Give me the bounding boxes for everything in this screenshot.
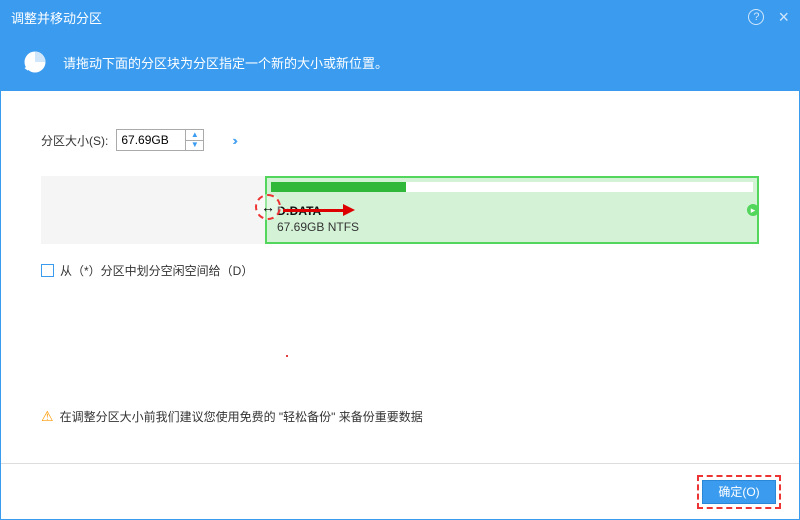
- banner-text: 请拖动下面的分区块为分区指定一个新的大小或新位置。: [63, 53, 388, 72]
- titlebar-controls: ? ×: [748, 8, 789, 26]
- partition-usage-track: [271, 182, 753, 192]
- ok-button[interactable]: 确定(O): [702, 480, 776, 504]
- drag-handle-indicator: ↔: [255, 194, 281, 220]
- size-row: 分区大小(S): ▲ ▼ ››: [41, 129, 759, 151]
- footer: 确定(O): [1, 463, 799, 519]
- size-spinner: ▲ ▼: [185, 130, 203, 150]
- annotation-dot-icon: [286, 355, 288, 357]
- size-input-wrap: ▲ ▼: [116, 129, 204, 151]
- warning-text: 在调整分区大小前我们建议您使用免费的 "轻松备份" 来备份重要数据: [60, 408, 423, 425]
- allocate-checkbox[interactable]: [41, 264, 54, 277]
- spinner-down-icon[interactable]: ▼: [186, 141, 203, 151]
- spinner-up-icon[interactable]: ▲: [186, 130, 203, 141]
- resize-cursor-icon: ↔: [261, 200, 275, 214]
- annotation-highlight: 确定(O): [697, 475, 781, 509]
- partition-bar[interactable]: D:DATA 67.69GB NTFS ▸ ↔: [41, 176, 759, 244]
- expand-icon[interactable]: ››: [232, 133, 235, 148]
- resize-handle-right[interactable]: ▸: [747, 204, 759, 216]
- partition-detail: 67.69GB NTFS: [277, 220, 359, 234]
- titlebar: 调整并移动分区 ? ×: [1, 1, 799, 33]
- content-area: 分区大小(S): ▲ ▼ ›› D:DATA 67.69GB NTFS ▸ ↔: [1, 91, 799, 279]
- checkbox-label: 从（*）分区中划分空闲空间给（D）: [60, 262, 253, 279]
- partition-usage-fill: [271, 182, 406, 192]
- warning-icon: ⚠: [41, 408, 54, 425]
- partition-icon: [21, 48, 49, 76]
- window-title: 调整并移动分区: [11, 8, 748, 27]
- size-input[interactable]: [117, 130, 185, 150]
- size-label: 分区大小(S):: [41, 132, 108, 149]
- help-icon[interactable]: ?: [748, 9, 764, 25]
- annotation-arrow-icon: [283, 204, 355, 216]
- warning-row: ⚠ 在调整分区大小前我们建议您使用免费的 "轻松备份" 来备份重要数据: [41, 408, 423, 425]
- close-icon[interactable]: ×: [778, 8, 789, 26]
- banner: 请拖动下面的分区块为分区指定一个新的大小或新位置。: [1, 33, 799, 91]
- dialog-window: 调整并移动分区 ? × 请拖动下面的分区块为分区指定一个新的大小或新位置。 分区…: [0, 0, 800, 520]
- checkbox-row: 从（*）分区中划分空闲空间给（D）: [41, 262, 759, 279]
